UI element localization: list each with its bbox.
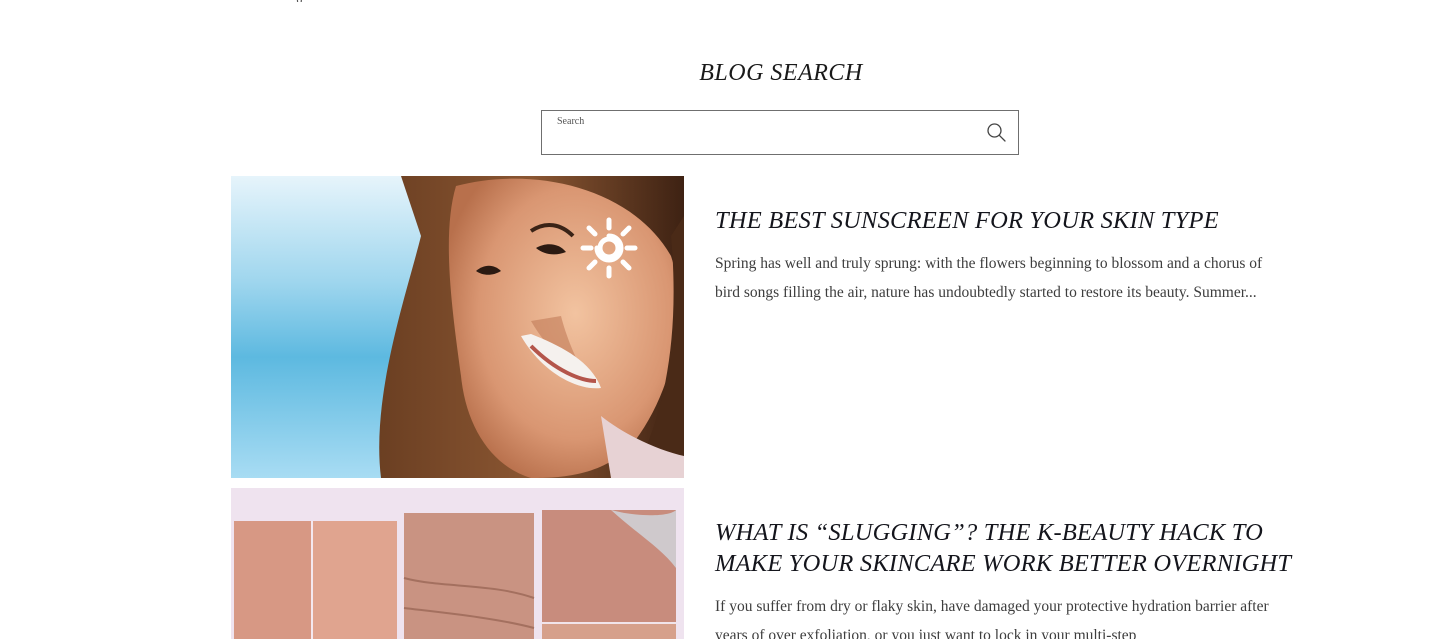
article-excerpt: Spring has well and truly sprung: with t…	[715, 255, 1263, 301]
article-excerpt: If you suffer from dry or flaky skin, ha…	[715, 598, 1269, 639]
blog-page: g BLOG SEARCH Search	[0, 0, 1450, 639]
article-title[interactable]: WHAT IS “SLUGGING”? THE K-BEAUTY HACK TO…	[715, 517, 1315, 579]
blog-search-title: BLOG SEARCH	[699, 60, 863, 86]
search-label: Search	[557, 116, 585, 127]
article-image-sunscreen[interactable]	[231, 176, 684, 478]
search-icon	[987, 123, 1006, 142]
article-card: WHAT IS “SLUGGING”? THE K-BEAUTY HACK TO…	[231, 488, 1331, 639]
article-title[interactable]: THE BEST SUNSCREEN FOR YOUR SKIN TYPE	[715, 205, 1315, 236]
search-field[interactable]: Search	[541, 110, 1019, 155]
article-image-slugging[interactable]	[231, 488, 684, 639]
header-fragment: g	[296, 0, 316, 2]
article-card: THE BEST SUNSCREEN FOR YOUR SKIN TYPE Sp…	[231, 176, 1331, 478]
search-input[interactable]	[556, 129, 970, 153]
search-button[interactable]	[986, 122, 1008, 144]
